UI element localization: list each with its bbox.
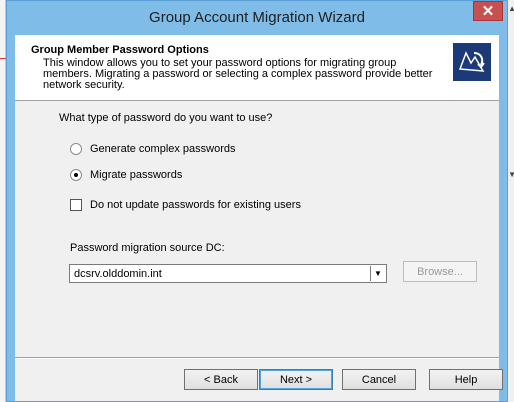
password-type-question: What type of password do you want to use… [59,112,273,124]
cancel-button[interactable]: Cancel [342,369,416,390]
source-dc-combobox[interactable]: dcsrv.olddomin.int ▼ [69,264,387,283]
radio-label: Generate complex passwords [90,143,236,155]
footer-divider [15,357,499,359]
wizard-header: Group Member Password Options This windo… [15,35,499,101]
help-button[interactable]: Help [429,369,503,390]
radio-migrate-passwords[interactable]: Migrate passwords [70,169,182,181]
page-title: Group Member Password Options [31,44,209,56]
wizard-client-area: Group Member Password Options This windo… [15,35,503,401]
checkbox-label: Do not update passwords for existing use… [90,199,301,211]
wizard-logo-icon [453,43,491,81]
browse-button: Browse... [403,261,477,282]
back-button[interactable]: < Back [184,369,258,390]
source-dc-value: dcsrv.olddomin.int [74,268,162,280]
page-description: This window allows you to set your passw… [43,57,433,91]
scroll-down-icon: ▼ [508,170,514,179]
next-button[interactable]: Next > [259,369,333,390]
radio-button[interactable] [70,143,82,155]
title-bar[interactable]: Group Account Migration Wizard ✕ [7,1,507,35]
checkbox-no-update-existing[interactable]: Do not update passwords for existing use… [70,199,301,211]
scroll-up-icon: ▲ [508,4,514,13]
close-button[interactable]: ✕ [473,1,503,21]
window-title: Group Account Migration Wizard [149,9,365,26]
checkbox[interactable] [70,199,82,211]
source-dc-label: Password migration source DC: [70,242,225,254]
wizard-window: Group Account Migration Wizard ✕ Group M… [6,0,508,402]
dropdown-arrow-icon[interactable]: ▼ [370,266,385,281]
radio-button-selected[interactable] [70,169,82,181]
radio-label: Migrate passwords [90,169,183,181]
radio-generate-complex[interactable]: Generate complex passwords [70,143,236,155]
background-scrollbar-right: ▲ ▼ [508,0,514,402]
